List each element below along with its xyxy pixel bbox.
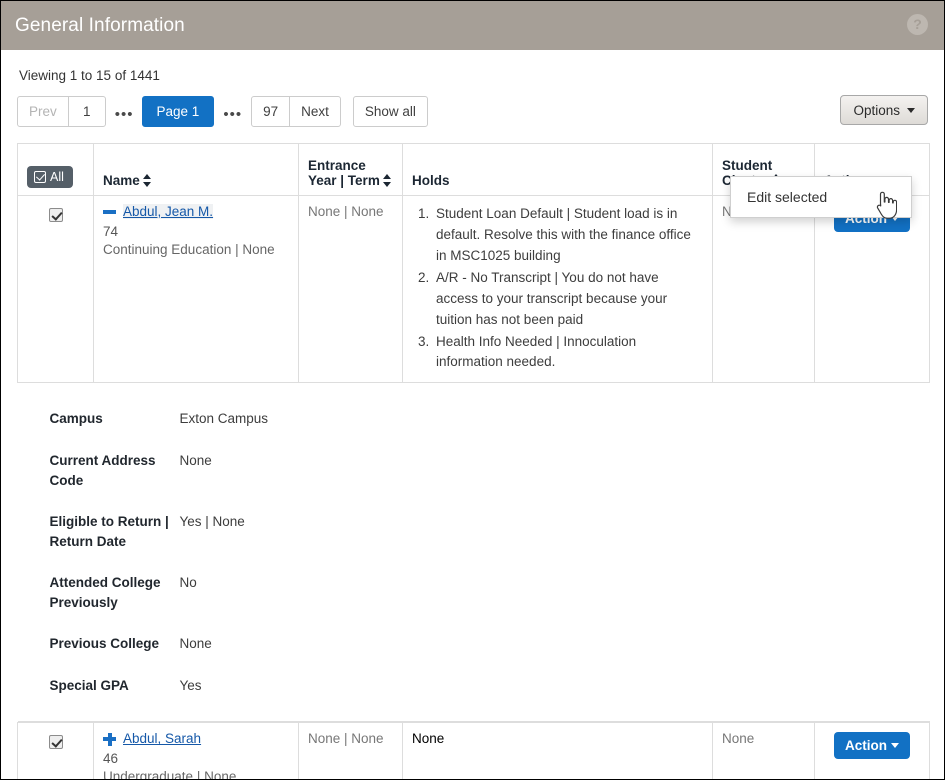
student-id: 46 <box>103 751 289 766</box>
menu-item-edit-selected[interactable]: Edit selected <box>731 182 911 212</box>
sort-arrows-icon <box>143 174 152 187</box>
detail-label: Special GPA <box>50 676 180 696</box>
hold-item: A/R - No Transcript | You do not have ac… <box>433 268 703 331</box>
page-title: General Information <box>15 15 185 37</box>
options-button-label: Options <box>853 103 900 118</box>
detail-label: Eligible to Return | Return Date <box>50 512 180 551</box>
general-information-window: General Information ? Viewing 1 to 15 of… <box>0 0 945 780</box>
students-table: All Name Entrance Year | Term Holds Stu <box>17 143 930 780</box>
student-name-link[interactable]: Abdul, Jean M. <box>123 204 213 219</box>
detail-value: No <box>180 573 197 593</box>
pagination-start-group: Prev 1 <box>17 96 106 127</box>
row-cluster-cell: None <box>713 196 815 383</box>
header-holds-label: Holds <box>412 173 450 188</box>
detail-item: Special GPA Yes <box>50 676 930 696</box>
student-detail-panel: Campus Exton Campus Current Address Code… <box>18 383 930 722</box>
name-line: Abdul, Jean M. <box>103 204 289 221</box>
row-name-cell: Abdul, Jean M. 74 Continuing Education |… <box>94 196 299 383</box>
detail-item: Attended College Previously No <box>50 573 930 612</box>
minus-icon[interactable] <box>103 206 116 221</box>
detail-item: Previous College None <box>50 634 930 654</box>
action-button-label: Action <box>845 738 887 753</box>
plus-icon[interactable] <box>103 733 116 748</box>
select-all-label: All <box>50 170 64 184</box>
name-line: Abdul, Sarah <box>103 731 289 748</box>
row-select-cell <box>18 723 94 780</box>
student-name-link[interactable]: Abdul, Sarah <box>123 731 201 746</box>
row-action-cell: Action <box>815 196 930 383</box>
pagination-ellipsis-right: ••• <box>214 107 251 122</box>
current-page-button[interactable]: Page 1 <box>142 96 215 127</box>
detail-label: Current Address Code <box>50 451 180 490</box>
prev-page-button[interactable]: Prev <box>17 96 69 127</box>
record-count-text: Viewing 1 to 15 of 1441 <box>17 50 928 95</box>
header-select-all: All <box>18 144 94 196</box>
detail-item: Eligible to Return | Return Date Yes | N… <box>50 512 930 551</box>
expanded-detail-cell: Campus Exton Campus Current Address Code… <box>18 383 930 723</box>
holds-list: Student Loan Default | Student load is i… <box>412 204 703 373</box>
row-entrance-cell: None | None <box>299 723 403 780</box>
first-page-button[interactable]: 1 <box>68 96 106 127</box>
detail-label: Previous College <box>50 634 180 654</box>
options-button[interactable]: Options <box>840 95 928 125</box>
detail-value: Exton Campus <box>180 409 269 429</box>
row-checkbox[interactable] <box>49 735 63 749</box>
header-entrance-line2: Year | Term <box>308 173 380 188</box>
header-cluster-line1: Student <box>722 158 772 173</box>
student-program: Continuing Education | None <box>103 242 289 257</box>
row-checkbox[interactable] <box>49 208 63 222</box>
row-cluster-cell: None <box>713 723 815 780</box>
header-name-label: Name <box>103 173 140 188</box>
detail-label: Attended College Previously <box>50 573 180 612</box>
header-entrance-line1: Entrance <box>308 158 366 173</box>
table-row: Abdul, Jean M. 74 Continuing Education |… <box>18 196 930 383</box>
detail-item: Current Address Code None <box>50 451 930 490</box>
header-name[interactable]: Name <box>94 144 299 196</box>
row-holds-cell: Student Loan Default | Student load is i… <box>403 196 713 383</box>
window-title-bar: General Information ? <box>1 1 944 50</box>
table-row: Abdul, Sarah 46 Undergraduate | None Non… <box>18 723 930 780</box>
options-dropdown-menu: Edit selected <box>730 176 912 218</box>
pagination-bar: Prev 1 ••• Page 1 ••• 97 Next Show all O… <box>17 95 928 127</box>
expanded-detail-row: Campus Exton Campus Current Address Code… <box>18 383 930 723</box>
sort-arrows-icon <box>383 174 392 187</box>
help-icon[interactable]: ? <box>907 14 928 35</box>
row-entrance-cell: None | None <box>299 196 403 383</box>
row-action-cell: Action <box>815 723 930 780</box>
header-holds: Holds <box>403 144 713 196</box>
last-page-button[interactable]: 97 <box>251 96 290 127</box>
detail-item: Campus Exton Campus <box>50 409 930 429</box>
detail-value: Yes <box>180 676 202 696</box>
table-body: Abdul, Jean M. 74 Continuing Education |… <box>18 196 930 780</box>
hold-item: Student Loan Default | Student load is i… <box>433 204 703 267</box>
chevron-down-icon <box>891 743 899 748</box>
detail-value: None <box>180 451 212 471</box>
content-area: Viewing 1 to 15 of 1441 Prev 1 ••• Page … <box>1 50 944 780</box>
show-all-button[interactable]: Show all <box>353 96 428 127</box>
select-all-button[interactable]: All <box>27 166 73 188</box>
check-square-icon <box>34 171 46 183</box>
detail-value: Yes | None <box>180 512 245 532</box>
row-select-cell <box>18 196 94 383</box>
header-entrance-year-term[interactable]: Entrance Year | Term <box>299 144 403 196</box>
student-id: 74 <box>103 224 289 239</box>
row-name-cell: Abdul, Sarah 46 Undergraduate | None <box>94 723 299 780</box>
chevron-down-icon <box>907 108 915 113</box>
pagination-ellipsis-left: ••• <box>106 107 143 122</box>
pagination-end-group: 97 Next <box>251 96 341 127</box>
row-holds-cell: None <box>403 723 713 780</box>
hold-item: Health Info Needed | Innoculation inform… <box>433 332 703 374</box>
student-program: Undergraduate | None <box>103 769 289 780</box>
detail-value: None <box>180 634 212 654</box>
detail-label: Campus <box>50 409 180 429</box>
action-button[interactable]: Action <box>834 732 910 759</box>
next-page-button[interactable]: Next <box>289 96 341 127</box>
